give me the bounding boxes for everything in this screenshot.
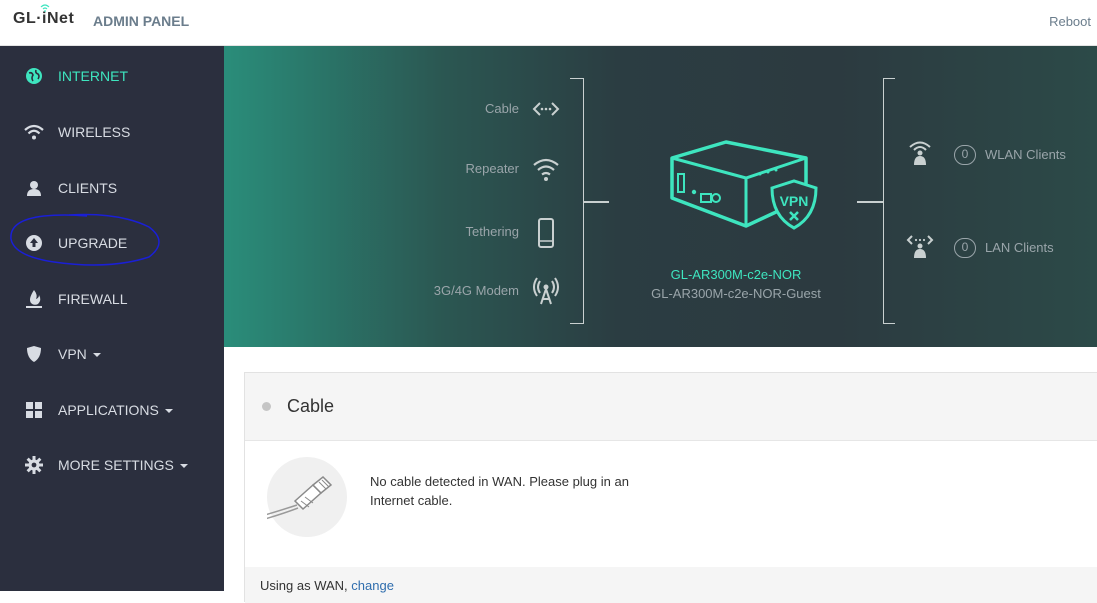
cable-arrows-icon[interactable] — [530, 93, 562, 125]
sources-connector — [584, 201, 609, 203]
sidebar-item-firewall[interactable]: FIREWALL — [0, 279, 224, 319]
panel-title: Cable — [287, 396, 335, 416]
logo-wifi-icon — [40, 4, 50, 12]
source-tethering-label: Tethering — [465, 224, 519, 239]
sidebar-item-applications[interactable]: APPLICATIONS — [0, 390, 224, 430]
sidebar-item-vpn[interactable]: VPN — [0, 334, 224, 374]
sidebar-item-label: INTERNET — [58, 68, 128, 84]
caret-down-icon — [179, 464, 188, 469]
source-repeater-label: Repeater — [465, 161, 519, 176]
sources-bracket — [570, 78, 584, 324]
cable-plug-icon — [264, 457, 347, 537]
wlan-clients-count[interactable]: 0 — [954, 145, 976, 165]
clients-connector — [857, 201, 883, 203]
phone-icon[interactable] — [530, 217, 562, 249]
no-cable-message: No cable detected in WAN. Please plug in… — [370, 474, 629, 508]
user-icon — [24, 178, 44, 198]
sidebar-item-more-settings[interactable]: MORE SETTINGS — [0, 445, 224, 485]
sidebar-item-label: APPLICATIONS — [58, 402, 173, 418]
gear-icon — [24, 455, 44, 475]
wifi-icon — [24, 122, 44, 142]
router-ssid: GL-AR300M-c2e-NOR — [670, 267, 802, 282]
source-cable-label: Cable — [485, 101, 519, 116]
grid-icon — [24, 400, 44, 420]
logo-text: GL·iNet — [13, 10, 75, 27]
caret-down-icon — [164, 409, 173, 414]
fire-icon — [24, 289, 44, 309]
router-guest-ssid: GL-AR300M-c2e-NOR-Guest — [651, 286, 821, 301]
upload-icon — [24, 233, 44, 253]
sidebar-item-wireless[interactable]: WIRELESS — [0, 112, 224, 152]
antenna-icon[interactable] — [530, 274, 562, 306]
wlan-clients-label[interactable]: WLAN Clients — [985, 147, 1066, 162]
sidebar-item-upgrade[interactable]: UPGRADE — [0, 223, 224, 263]
panel-header: Cable — [245, 373, 1097, 441]
wifi-icon[interactable] — [530, 153, 562, 185]
source-modem-label: 3G/4G Modem — [433, 283, 519, 298]
logo: GL·iNet — [13, 4, 75, 28]
sidebar-item-internet[interactable]: INTERNET — [0, 56, 224, 96]
lan-clients-label[interactable]: LAN Clients — [985, 240, 1054, 255]
network-diagram: Cable Repeater Tethering 3G/4G Modem VPN… — [224, 46, 1097, 347]
admin-panel-label: ADMIN PANEL — [93, 13, 190, 29]
sidebar-item-label: CLIENTS — [58, 180, 118, 196]
wireless-client-icon[interactable] — [906, 139, 934, 167]
sidebar-item-label: FIREWALL — [58, 291, 128, 307]
reboot-link[interactable]: Reboot — [1049, 14, 1091, 29]
sidebar-item-clients[interactable]: CLIENTS — [0, 168, 224, 208]
lan-clients-count[interactable]: 0 — [954, 238, 976, 258]
clients-bracket — [883, 78, 895, 324]
status-dot — [262, 402, 271, 411]
top-bar: GL·iNet ADMIN PANEL Reboot — [0, 0, 1097, 46]
sidebar-item-label: VPN — [58, 346, 101, 362]
cable-panel: Cable No cable detected in WAN. Please p… — [244, 372, 1097, 603]
sidebar-item-label: WIRELESS — [58, 124, 131, 140]
sidebar-item-label: UPGRADE — [58, 235, 128, 251]
vpn-badge-text: VPN — [780, 193, 809, 209]
shield-icon — [24, 344, 44, 364]
lan-client-icon[interactable] — [906, 232, 934, 260]
caret-down-icon — [92, 353, 101, 358]
sidebar: INTERNET WIRELESS CLIENTS UPGRADE FIREWA… — [0, 46, 224, 591]
globe-icon — [24, 66, 44, 86]
sidebar-item-label: MORE SETTINGS — [58, 457, 188, 473]
router-icon: VPN — [670, 140, 818, 230]
